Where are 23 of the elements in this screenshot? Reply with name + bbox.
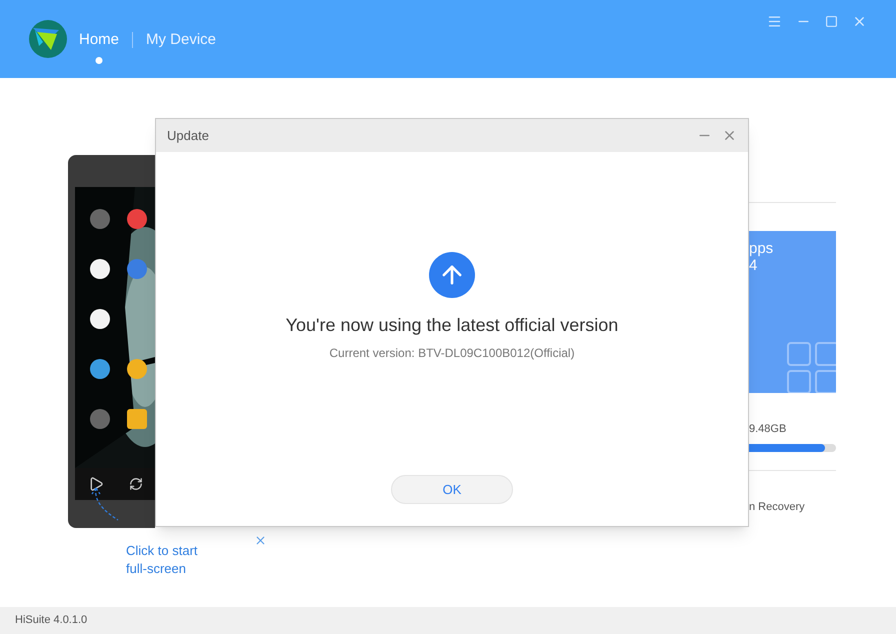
apps-tile[interactable]: pps 4 (749, 231, 836, 393)
close-icon[interactable] (254, 534, 267, 547)
play-icon[interactable] (88, 476, 104, 492)
version-text: Current version: BTV-DL09C100B012(Official) (329, 345, 575, 362)
recovery-link[interactable]: n Recovery (749, 498, 836, 515)
app-logo (29, 20, 67, 58)
dialog-heading: You're now using the latest official version (286, 314, 618, 337)
ok-button[interactable]: OK (391, 475, 513, 504)
tile-label: pps (749, 240, 774, 257)
hint-text: Click to start full-screen (126, 542, 199, 578)
close-icon[interactable] (852, 14, 867, 29)
nav-tab[interactable]: My Device (146, 28, 216, 52)
rotate-icon[interactable] (128, 477, 142, 491)
grid-icon (786, 341, 836, 393)
storage-reading: 9.48GB (749, 422, 788, 437)
dialog-title: Update (167, 126, 209, 145)
maximize-icon[interactable] (825, 15, 838, 28)
version-label: HiSuite 4.0.1.0 (15, 613, 88, 628)
menu-icon[interactable] (767, 14, 782, 29)
nav-tab[interactable]: Home (79, 28, 120, 52)
tile-count: 4 (749, 257, 758, 274)
upgrade-icon (429, 252, 475, 298)
close-icon[interactable] (722, 128, 737, 143)
